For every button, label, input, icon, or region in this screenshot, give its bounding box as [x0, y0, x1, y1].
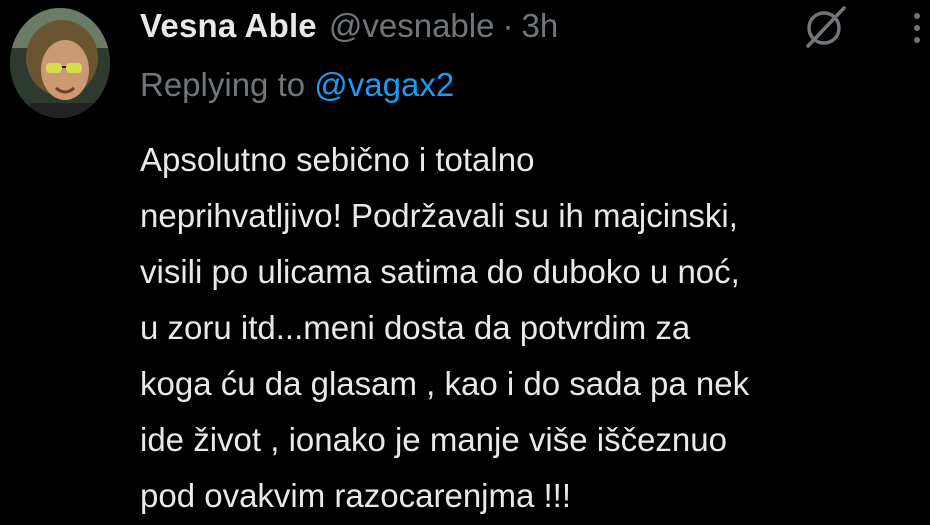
tweet[interactable]: Vesna Able @vesnable · 3h Replying to @v…	[0, 0, 930, 525]
timestamp[interactable]: 3h	[521, 7, 558, 45]
replying-prefix: Replying to	[140, 66, 306, 103]
user-handle[interactable]: @vesnable	[329, 7, 495, 45]
tweet-line: neprihvatljivo! Podržavali su ih majcins…	[140, 197, 738, 234]
tweet-line: ide život , ionako je manje više iščeznu…	[140, 421, 727, 458]
replying-to: Replying to @vagax2	[140, 66, 454, 104]
grok-icon[interactable]	[800, 4, 852, 48]
tweet-body: Apsolutno sebično i totalno neprihvatlji…	[140, 132, 920, 524]
tweet-line: visili po ulicama satima do duboko u noć…	[140, 253, 740, 290]
more-vertical-icon[interactable]	[905, 8, 929, 48]
tweet-line: u zoru itd...meni dosta da potvrdim za	[140, 309, 691, 346]
tweet-line: pod ovakvim razocarenjma !!!	[140, 477, 572, 514]
tweet-header: Vesna Able @vesnable · 3h	[140, 4, 558, 48]
replying-to-link[interactable]: @vagax2	[314, 66, 454, 103]
tweet-line: koga ću da glasam , kao i do sada pa nek	[140, 365, 750, 402]
avatar[interactable]	[10, 8, 110, 118]
separator-dot: ·	[502, 7, 514, 44]
tweet-line: Apsolutno sebično i totalno	[140, 141, 535, 178]
display-name[interactable]: Vesna Able	[140, 7, 317, 45]
